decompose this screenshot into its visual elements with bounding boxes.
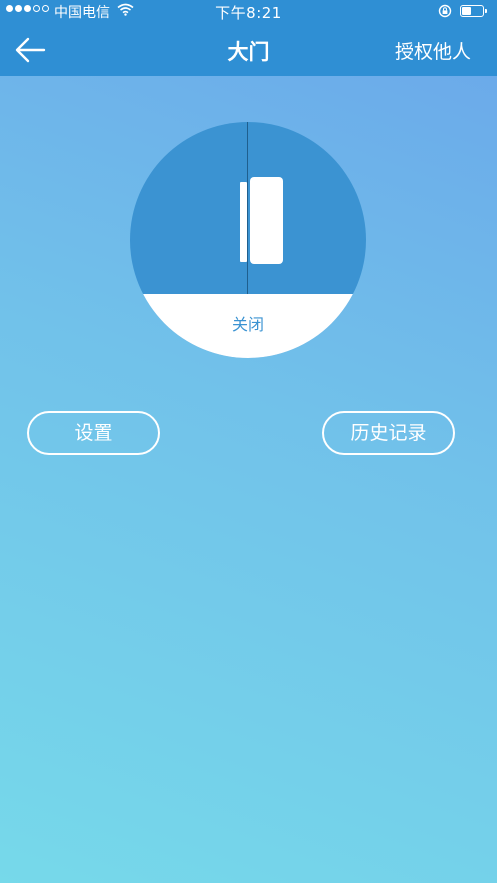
battery-level [462, 7, 471, 15]
status-time: 下午8:21 [215, 4, 282, 22]
settings-button[interactable]: 设置 [27, 411, 160, 455]
status-bar: 中国电信 下午8:21 [0, 0, 497, 24]
authorize-others-button[interactable]: 授权他人 [395, 37, 471, 64]
history-button[interactable]: 历史记录 [322, 411, 455, 455]
battery-icon [460, 5, 484, 17]
navigation-bar: 大门 授权他人 [0, 24, 497, 76]
door-gap-line [247, 122, 248, 294]
door-sensor-icon [250, 177, 283, 264]
door-sensor-status: 关闭 [130, 122, 366, 358]
top-bar: 中国电信 下午8:21 大门 授权他人 [0, 0, 497, 76]
rotation-lock-icon [438, 4, 452, 18]
battery-tip [485, 9, 487, 13]
sensor-state-label: 关闭 [231, 315, 264, 334]
door-magnet-icon [240, 182, 247, 262]
back-arrow-icon[interactable] [14, 36, 48, 64]
